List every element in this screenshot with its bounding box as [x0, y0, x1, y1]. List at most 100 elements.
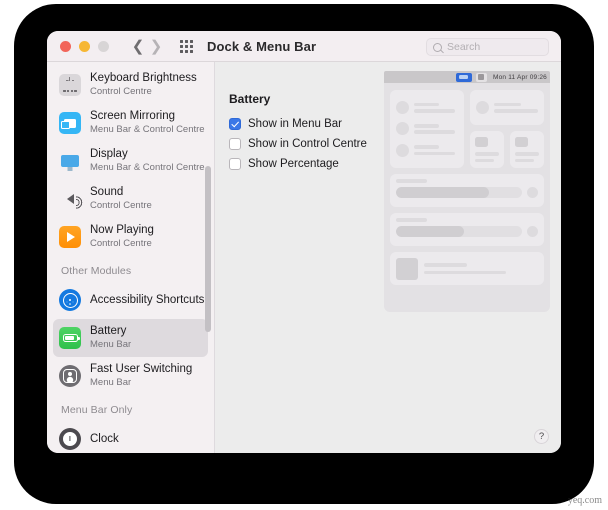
sidebar-item-sublabel: Control Centre	[90, 238, 152, 249]
sidebar-item-accessibility-shortcuts[interactable]: Accessibility Shortcuts	[53, 281, 208, 319]
zoom-button	[98, 40, 109, 52]
sidebar-item-label: Display	[90, 148, 128, 160]
sidebar-item-sublabel: Menu Bar	[90, 377, 132, 388]
display-icon	[59, 150, 81, 172]
checkbox-label: Show Percentage	[248, 158, 339, 170]
search-icon	[433, 42, 442, 52]
cc-slider-caption	[396, 179, 428, 183]
cc-placeholder-circle	[476, 101, 490, 115]
checkbox-label: Show in Menu Bar	[248, 118, 342, 130]
cc-slider-track	[396, 225, 538, 237]
window-body: Keyboard Brightness Control Centre Scree…	[47, 62, 561, 453]
checkbox-row-show-percentage[interactable]: Show Percentage	[229, 158, 339, 170]
sidebar-item-text: Keyboard Brightness Control Centre	[90, 72, 197, 98]
sidebar-item-text: Sound Control Centre	[90, 186, 152, 212]
cc-tile	[470, 131, 505, 168]
window-titlebar: ❮ ❯ Dock & Menu Bar Search	[47, 31, 561, 62]
cc-tile	[510, 131, 544, 168]
cc-placeholder-circle	[396, 143, 409, 157]
sidebar-item-now-playing[interactable]: Now Playing Control Centre	[53, 218, 208, 256]
menu-bar-clock: Mon 11 Apr 09:26	[492, 73, 547, 81]
menu-bar-preview: Mon 11 Apr 09:26	[384, 71, 550, 83]
sidebar: Keyboard Brightness Control Centre Scree…	[47, 62, 215, 453]
control-centre-panel-preview	[384, 83, 550, 312]
cc-placeholder-bars	[414, 124, 458, 134]
sidebar-item-text: Accessibility Shortcuts	[90, 293, 204, 308]
checkbox-label: Show in Control Centre	[248, 138, 367, 150]
cc-placeholder-circle	[396, 101, 409, 115]
cc-slider-track	[396, 186, 538, 198]
checkbox-show-percentage[interactable]	[229, 158, 241, 170]
sidebar-item-sublabel: Control Centre	[90, 200, 152, 211]
sidebar-item-keyboard-brightness[interactable]: Keyboard Brightness Control Centre	[53, 66, 208, 104]
cc-tiles-row	[470, 131, 544, 168]
sidebar-scrollbar-thumb[interactable]	[205, 166, 211, 332]
search-placeholder: Search	[447, 41, 481, 53]
cc-top-row	[390, 90, 544, 168]
system-preferences-window: ❮ ❯ Dock & Menu Bar Search Keyboard Brig…	[47, 31, 561, 453]
sidebar-item-battery[interactable]: Battery Menu Bar	[53, 319, 208, 357]
sidebar-scroll-content: Keyboard Brightness Control Centre Scree…	[47, 62, 214, 453]
sidebar-item-sublabel: Menu Bar & Control Centre	[90, 124, 205, 135]
checkbox-show-in-menu-bar[interactable]	[229, 118, 241, 130]
now-playing-icon	[59, 226, 81, 248]
sidebar-item-label: Sound	[90, 186, 124, 198]
sidebar-item-label: Screen Mirroring	[90, 110, 175, 122]
cc-slider-caption	[396, 218, 428, 222]
sidebar-item-display[interactable]: Display Menu Bar & Control Centre	[53, 142, 208, 180]
sidebar-item-fast-user-switching[interactable]: Fast User Switching Menu Bar	[53, 357, 208, 395]
sidebar-group-other-modules: Other Modules	[61, 265, 132, 277]
cc-placeholder-bars	[494, 102, 538, 113]
sidebar-scrollbar[interactable]	[205, 66, 211, 449]
grid-view-icon[interactable]	[180, 39, 193, 53]
sidebar-item-text: Clock	[90, 432, 119, 447]
main-pane: Battery Show in Menu Bar Show in Control…	[215, 62, 561, 453]
sidebar-item-text: Screen Mirroring Menu Bar & Control Cent…	[90, 110, 205, 136]
sidebar-group-menu-bar-only: Menu Bar Only	[61, 404, 133, 416]
cc-toggle-row	[396, 101, 458, 115]
sidebar-item-sublabel: Menu Bar	[90, 339, 132, 350]
search-input[interactable]: Search	[426, 38, 549, 56]
screen-mirroring-icon	[59, 112, 81, 134]
cc-secondary-card	[470, 90, 544, 126]
sidebar-item-text: Now Playing Control Centre	[90, 224, 154, 250]
checkbox-row-show-in-control-centre[interactable]: Show in Control Centre	[229, 138, 367, 150]
cc-slider-knob	[527, 186, 538, 198]
watermark: yeq.com	[567, 495, 602, 506]
chevron-left-icon[interactable]: ❮	[129, 36, 147, 56]
cc-album-art-placeholder	[396, 257, 418, 280]
checkbox-show-in-control-centre[interactable]	[229, 138, 241, 150]
sidebar-item-clock[interactable]: Clock	[53, 420, 208, 453]
help-button[interactable]: ?	[534, 429, 549, 444]
sidebar-item-label: Battery	[90, 325, 127, 337]
chevron-right-icon[interactable]: ❯	[147, 36, 165, 56]
cc-toggle-row	[396, 122, 458, 136]
cc-toggles-card	[390, 90, 465, 168]
sidebar-item-text: Fast User Switching Menu Bar	[90, 363, 192, 389]
fast-user-switching-icon	[59, 365, 81, 387]
sidebar-item-label: Accessibility Shortcuts	[90, 293, 205, 306]
cc-placeholder-circle	[396, 122, 409, 136]
sidebar-item-sublabel: Control Centre	[90, 86, 152, 97]
sidebar-item-sound[interactable]: Sound Control Centre	[53, 180, 208, 218]
sidebar-item-screen-mirroring[interactable]: Screen Mirroring Menu Bar & Control Cent…	[53, 104, 208, 142]
sidebar-item-label: Keyboard Brightness	[90, 72, 197, 84]
section-title: Battery	[229, 92, 271, 106]
cc-placeholder-bars	[424, 262, 538, 275]
cc-placeholder-bars	[414, 145, 458, 156]
cc-slider-bar	[396, 225, 522, 237]
close-button[interactable]	[60, 40, 71, 52]
cc-toggle-row	[396, 143, 458, 157]
minimise-button[interactable]	[79, 40, 90, 52]
control-centre-preview: Mon 11 Apr 09:26	[384, 71, 550, 312]
cc-slider-card	[390, 213, 544, 246]
cc-right-column	[470, 90, 544, 168]
sidebar-item-label: Now Playing	[90, 224, 154, 236]
cc-slider-knob	[527, 225, 538, 237]
cc-slider-bar	[396, 186, 522, 198]
traffic-lights	[60, 40, 109, 52]
checkbox-row-show-in-menu-bar[interactable]: Show in Menu Bar	[229, 118, 342, 130]
sound-icon	[59, 188, 83, 210]
cc-now-playing-card	[390, 252, 544, 285]
cc-placeholder-bars	[414, 102, 458, 113]
